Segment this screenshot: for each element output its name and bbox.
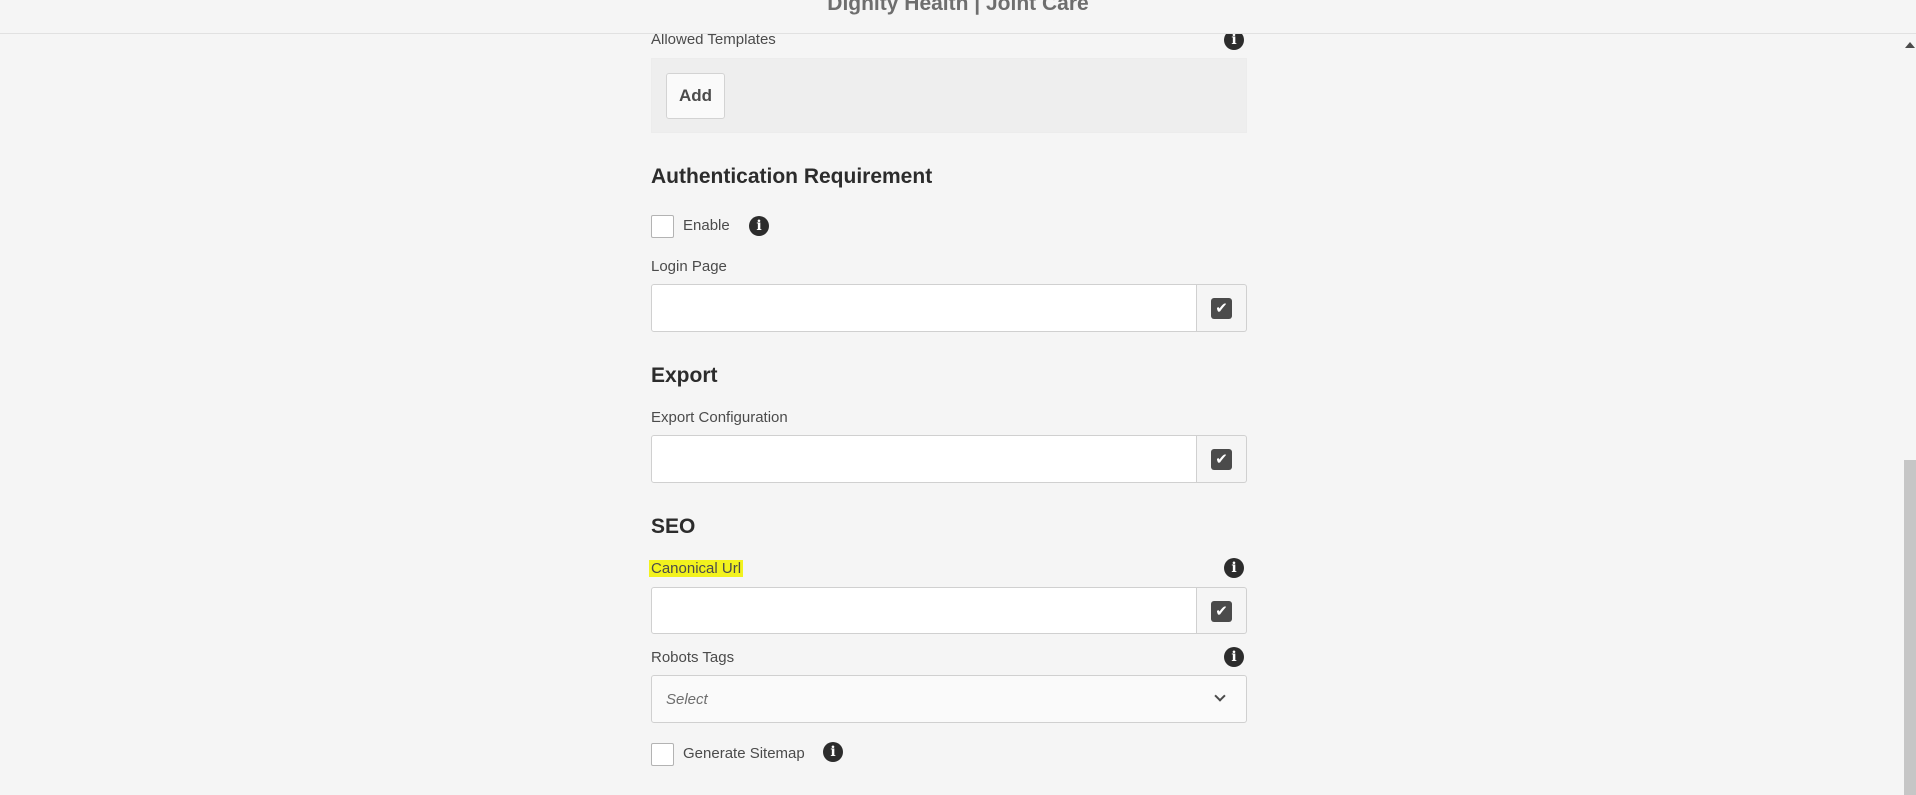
enable-checkbox[interactable] (651, 215, 674, 238)
page-title: Dignity Health | Joint Care (827, 0, 1089, 15)
export-config-input[interactable] (651, 435, 1197, 483)
canonical-url-picker-button[interactable]: ✔ (1197, 587, 1247, 634)
properties-form: Allowed Templates i Add Authentication R… (0, 34, 1902, 795)
login-page-input[interactable] (651, 284, 1197, 332)
robots-tags-label: Robots Tags (651, 649, 735, 666)
seo-heading: SEO (651, 515, 696, 538)
allowed-templates-panel: Add (651, 58, 1247, 133)
canonical-url-label: Canonical Url (649, 560, 744, 577)
export-config-label: Export Configuration (651, 409, 788, 426)
export-heading: Export (651, 364, 718, 387)
robots-tags-placeholder: Select (666, 691, 708, 708)
enable-label: Enable (683, 217, 730, 234)
export-config-picker-button[interactable]: ✔ (1197, 435, 1247, 483)
allowed-templates-label: Allowed Templates (651, 34, 776, 48)
info-icon[interactable]: i (1224, 558, 1244, 578)
dialog-header: Dignity Health | Joint Care (0, 0, 1916, 34)
info-icon[interactable]: i (823, 742, 843, 762)
info-icon[interactable]: i (1224, 34, 1244, 50)
info-icon[interactable]: i (749, 216, 769, 236)
checkmark-icon: ✔ (1211, 298, 1232, 319)
chevron-down-icon (1214, 690, 1226, 702)
generate-sitemap-checkbox[interactable] (651, 743, 674, 766)
authentication-heading: Authentication Requirement (651, 165, 933, 188)
checkmark-icon: ✔ (1211, 601, 1232, 622)
scrollbar-thumb[interactable] (1904, 460, 1916, 795)
info-icon[interactable]: i (1224, 647, 1244, 667)
canonical-url-input[interactable] (651, 587, 1197, 634)
login-page-picker-button[interactable]: ✔ (1197, 284, 1247, 332)
login-page-label: Login Page (651, 258, 727, 275)
generate-sitemap-label: Generate Sitemap (683, 745, 805, 762)
canonical-url-highlight: Canonical Url (649, 560, 744, 577)
add-template-button[interactable]: Add (666, 73, 725, 119)
robots-tags-select[interactable]: Select (651, 675, 1247, 723)
scroll-up-icon[interactable] (1905, 42, 1915, 48)
vertical-scrollbar[interactable] (1902, 34, 1916, 795)
checkmark-icon: ✔ (1211, 449, 1232, 470)
